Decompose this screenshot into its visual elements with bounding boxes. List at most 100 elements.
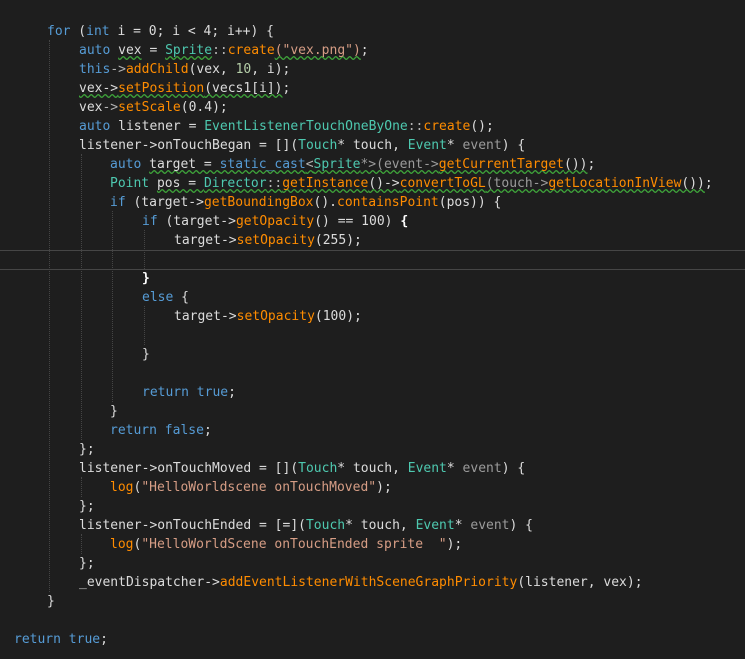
- code-token: listener->onTouchEnded = [=](: [79, 518, 306, 533]
- code-token: vex->: [79, 81, 119, 96]
- code-line[interactable]: return false;: [0, 421, 745, 440]
- code-token: log: [110, 480, 134, 495]
- code-line[interactable]: _eventDispatcher->addEventListenerWithSc…: [0, 573, 745, 592]
- code-token: (0.4);: [180, 100, 228, 115]
- code-token: };: [79, 442, 95, 457]
- code-token: log: [110, 537, 134, 552]
- code-line[interactable]: log("HelloWorldScene onTouchEnded sprite…: [0, 535, 745, 554]
- code-token: ) {: [501, 461, 526, 476]
- code-token: else: [142, 290, 174, 305]
- code-line[interactable]: this->addChild(vex, 10, i);: [0, 60, 745, 79]
- code-token: ->: [102, 100, 119, 115]
- code-line[interactable]: return true;: [0, 630, 745, 649]
- code-line[interactable]: }: [0, 592, 745, 611]
- code-token: );: [376, 480, 392, 495]
- code-token: =: [141, 43, 166, 58]
- code-token: true: [68, 632, 101, 647]
- code-line[interactable]: listener->onTouchEnded = [=](Touch* touc…: [0, 516, 745, 535]
- code-token: return: [110, 423, 157, 438]
- code-token: true: [196, 385, 229, 400]
- code-line[interactable]: }: [0, 269, 745, 288]
- code-line[interactable]: for (int i = 0; i < 4; i++) {: [0, 22, 745, 41]
- code-token: Event: [407, 461, 447, 476]
- code-token: ().: [313, 195, 337, 210]
- code-token: ;: [282, 81, 291, 96]
- code-token: target->: [174, 233, 237, 248]
- code-token: * touch,: [337, 138, 408, 153]
- code-line[interactable]: }: [0, 402, 745, 421]
- code-line[interactable]: vex->setScale(0.4);: [0, 98, 745, 117]
- code-line[interactable]: target->setOpacity(255);: [0, 231, 745, 250]
- code-token: addEventListenerWithSceneGraphPriority: [219, 575, 518, 590]
- code-token: Sprite: [165, 43, 213, 58]
- code-token: () == 100): [314, 214, 401, 229]
- code-line[interactable]: auto target = static_cast<Sprite*>(event…: [0, 155, 745, 174]
- code-token: target->: [174, 309, 237, 324]
- code-line[interactable]: };: [0, 440, 745, 459]
- code-line[interactable]: log("HelloWorldscene onTouchMoved");: [0, 478, 745, 497]
- code-line[interactable]: if (target->getOpacity() == 100) {: [0, 212, 745, 231]
- code-line[interactable]: Point pos = Director::getInstance()->con…: [0, 174, 745, 193]
- code-token: pos =: [156, 176, 204, 191]
- code-line[interactable]: };: [0, 497, 745, 516]
- code-token: *: [446, 138, 463, 153]
- code-line[interactable]: listener->onTouchBegan = [](Touch* touch…: [0, 136, 745, 155]
- code-line[interactable]: vex->setPosition(vecs1[i]);: [0, 79, 745, 98]
- code-editor[interactable]: for (int i = 0; i < 4; i++) {auto vex = …: [0, 0, 745, 659]
- code-token: Touch: [305, 518, 346, 533]
- code-token: *>(event->: [360, 157, 439, 172]
- code-line[interactable]: target->setOpacity(100);: [0, 307, 745, 326]
- code-token: for: [47, 24, 71, 39]
- code-token: , i);: [251, 62, 291, 77]
- code-token: (vex,: [188, 62, 236, 77]
- code-token: vex: [118, 43, 142, 58]
- code-token: (target->: [125, 195, 204, 210]
- code-token: containsPoint: [337, 195, 439, 210]
- code-token: ) {: [509, 518, 533, 533]
- code-line[interactable]: listener->onTouchMoved = [](Touch* touch…: [0, 459, 745, 478]
- code-line[interactable]: };: [0, 554, 745, 573]
- code-token: listener =: [110, 119, 205, 134]
- code-token: }: [142, 347, 150, 362]
- code-token: ::: [212, 43, 228, 58]
- code-token: false: [164, 423, 204, 438]
- code-token: if: [142, 214, 158, 229]
- code-line[interactable]: if (target->getBoundingBox().containsPoi…: [0, 193, 745, 212]
- code-token: if: [110, 195, 126, 210]
- code-token: target =: [149, 157, 220, 172]
- code-token: "HelloWorldScene onTouchEnded sprite ": [141, 537, 447, 552]
- code-token: getInstance: [282, 176, 369, 191]
- code-token: getBoundingBox: [203, 195, 314, 210]
- code-line[interactable]: return true;: [0, 383, 745, 402]
- code-token: {: [173, 290, 189, 305]
- code-token: (100);: [314, 309, 362, 324]
- code-token: ;: [203, 423, 212, 438]
- code-token: _eventDispatcher->: [79, 575, 220, 590]
- code-token: getOpacity: [235, 214, 315, 229]
- code-token: ) {: [501, 138, 526, 153]
- code-line[interactable]: else {: [0, 288, 745, 307]
- code-token: auto: [79, 119, 111, 134]
- code-token: setScale: [118, 100, 181, 115]
- code-token: {: [400, 214, 409, 229]
- code-token: event: [462, 461, 502, 476]
- code-token: ();: [470, 119, 494, 134]
- code-token: event: [462, 138, 502, 153]
- code-token: ()->: [368, 176, 400, 191]
- code-line[interactable]: auto vex = Sprite::create("vex.png");: [0, 41, 745, 60]
- code-line[interactable]: }: [0, 345, 745, 364]
- code-token: * touch,: [345, 518, 416, 533]
- code-token: };: [79, 499, 95, 514]
- code-line[interactable]: auto listener = EventListenerTouchOneByO…: [0, 117, 745, 136]
- code-token: return: [142, 385, 189, 400]
- code-token: ;: [360, 43, 369, 58]
- code-token: *: [454, 518, 471, 533]
- code-token: convertToGL: [399, 176, 486, 191]
- code-token: * touch,: [337, 461, 408, 476]
- code-token: (listener, vex);: [517, 575, 643, 590]
- code-token: Touch: [298, 138, 338, 153]
- code-token: (target->: [157, 214, 236, 229]
